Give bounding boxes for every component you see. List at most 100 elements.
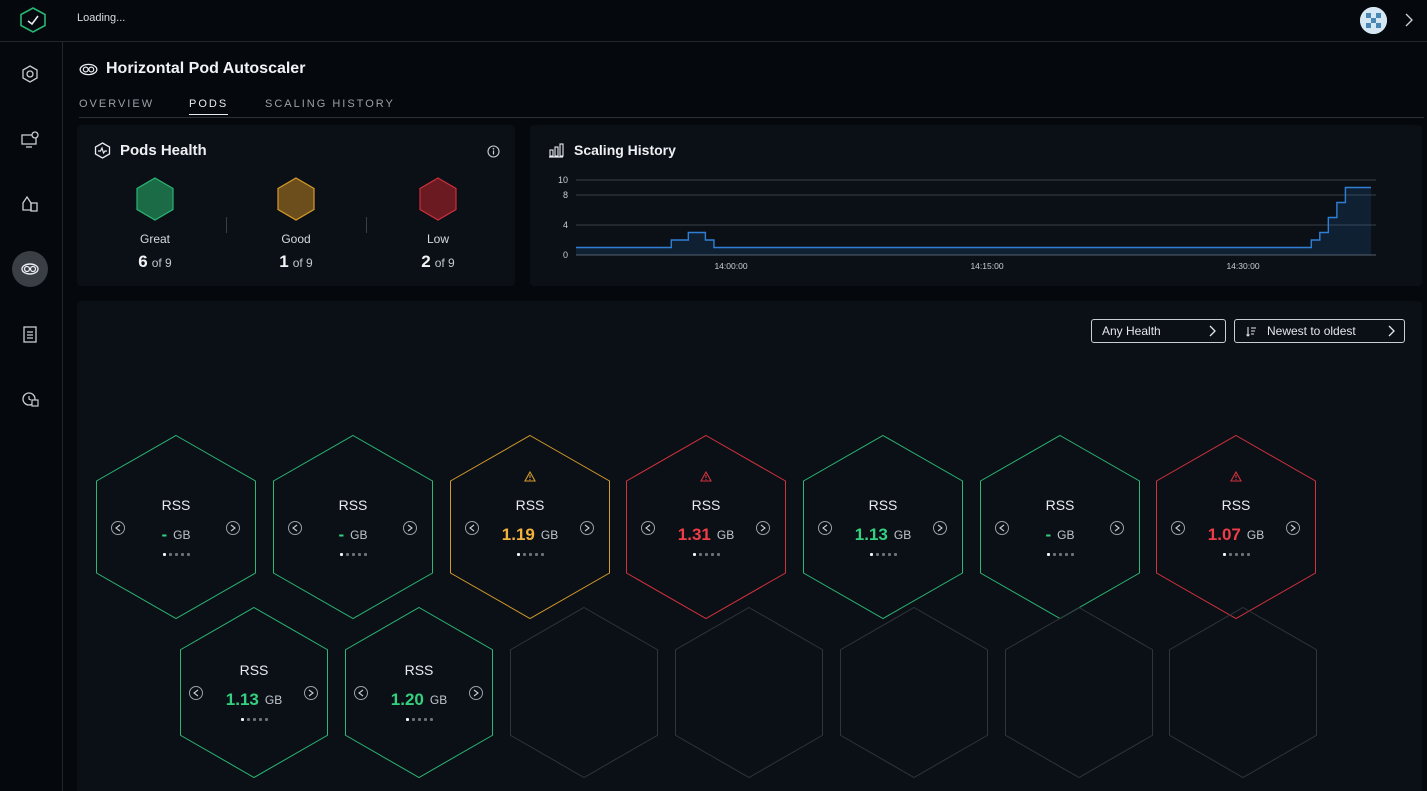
sort-button[interactable]: Newest to oldest [1234, 319, 1405, 343]
pod-hex[interactable]: RSS 1.13 GB [803, 434, 963, 620]
cluster-icon [22, 65, 38, 83]
y-tick-label: 4 [563, 220, 568, 230]
pod-hex[interactable]: RSS - GB [96, 434, 256, 620]
pod-hex[interactable]: RSS 1.07 GB [1156, 434, 1316, 620]
health-hex-icon [94, 142, 111, 159]
sidebar-item-cluster[interactable] [12, 56, 48, 92]
pod-hex[interactable]: RSS 1.20 GB [345, 606, 493, 779]
next-metric-button[interactable] [403, 521, 417, 535]
rocket-icon [22, 195, 38, 212]
page-indicator [803, 553, 963, 556]
hex-outline [510, 606, 658, 779]
empty-pod-slot [1169, 606, 1317, 779]
chevron-right-icon [1388, 325, 1395, 337]
avatar[interactable] [1360, 7, 1387, 34]
prev-metric-button[interactable] [189, 686, 203, 700]
pod-metric-unit: GB [1246, 528, 1265, 542]
page-indicator [96, 553, 256, 556]
health-label: Great [139, 232, 170, 246]
empty-pod-slot [675, 606, 823, 779]
pod-metric-unit: GB [429, 693, 448, 707]
pods-health-card: Pods Health Great 6 of 9 Good 1 of 9 Low 2… [77, 125, 515, 286]
empty-pod-slot [840, 606, 988, 779]
scaling-history-title: Scaling History [574, 142, 676, 158]
pod-metric-value: 1.13 [225, 690, 259, 709]
health-filter-button[interactable]: Any Health [1091, 319, 1226, 343]
sort-icon [1246, 326, 1256, 337]
pod-metric-value: 1.20 [390, 690, 424, 709]
sort-label: Newest to oldest [1267, 324, 1356, 338]
app-logo-icon[interactable] [19, 7, 47, 33]
prev-metric-button[interactable] [995, 521, 1009, 535]
pod-metric-value: 1.31 [677, 525, 711, 544]
x-tick-label: 14:15:00 [970, 261, 1003, 271]
next-metric-button[interactable] [1286, 521, 1300, 535]
next-metric-button[interactable] [469, 686, 483, 700]
prev-metric-button[interactable] [354, 686, 368, 700]
pod-metric-value: 1.13 [854, 525, 888, 544]
pod-hex[interactable]: RSS - GB [273, 434, 433, 620]
sidebar-item-autoscaler[interactable] [12, 251, 48, 287]
health-item-great: Great 6 of 9 [105, 177, 205, 272]
checklist-icon [23, 326, 37, 343]
next-metric-button[interactable] [580, 521, 594, 535]
tab-scaling-history[interactable]: SCALING HISTORY [265, 98, 395, 114]
hex-outline [840, 606, 988, 779]
pod-hex[interactable]: RSS 1.13 GB [180, 606, 328, 779]
low-hex-icon [419, 177, 457, 221]
info-icon[interactable] [487, 145, 500, 158]
health-label: Good [281, 232, 311, 246]
empty-pod-slot [1005, 606, 1153, 779]
next-metric-button[interactable] [1110, 521, 1124, 535]
prev-metric-button[interactable] [111, 521, 125, 535]
next-metric-button[interactable] [226, 521, 240, 535]
tab-pods[interactable]: PODS [189, 98, 229, 115]
warning-icon [700, 471, 712, 482]
loading-text: Loading... [77, 12, 126, 24]
pod-hex[interactable]: RSS 1.19 GB [450, 434, 610, 620]
page-header: Horizontal Pod Autoscaler [79, 58, 305, 80]
pod-hex[interactable]: RSS 1.31 GB [626, 434, 786, 620]
divider [226, 217, 227, 233]
health-count: 2 of 9 [421, 252, 455, 271]
pod-hex[interactable]: RSS - GB [980, 434, 1140, 620]
page-indicator [626, 553, 786, 556]
prev-metric-button[interactable] [288, 521, 302, 535]
sidebar-item-deployments[interactable] [12, 186, 48, 222]
prev-metric-button[interactable] [465, 521, 479, 535]
pod-metric-label: RSS [239, 662, 269, 678]
pod-metric-unit: GB [716, 528, 735, 542]
pod-metric-value: 1.19 [501, 525, 535, 544]
next-metric-button[interactable] [756, 521, 770, 535]
page-indicator [1156, 553, 1316, 556]
tab-bar: OVERVIEW PODS SCALING HISTORY [79, 96, 1424, 118]
sidebar-item-checklist[interactable] [12, 316, 48, 352]
chevron-right-icon [1209, 325, 1216, 337]
prev-metric-button[interactable] [1171, 521, 1185, 535]
pods-health-title: Pods Health [120, 142, 207, 159]
health-count: 6 of 9 [138, 252, 172, 271]
next-metric-button[interactable] [304, 686, 318, 700]
sidebar-item-history[interactable] [12, 380, 48, 416]
sidebar-item-monitor[interactable] [12, 122, 48, 158]
pod-metric-value: - [338, 525, 345, 544]
warning-icon [1230, 471, 1242, 482]
pod-metric-unit: GB [893, 528, 912, 542]
pod-metric-label: RSS [1045, 497, 1075, 513]
chevron-right-icon[interactable] [1402, 12, 1416, 28]
series-area [576, 187, 1371, 255]
y-tick-label: 8 [563, 190, 568, 200]
autoscaler-icon [79, 63, 98, 75]
next-metric-button[interactable] [933, 521, 947, 535]
tab-overview[interactable]: OVERVIEW [79, 98, 154, 114]
prev-metric-button[interactable] [818, 521, 832, 535]
scaling-history-card: Scaling History 0 4 8 10 14:00:00 14:15:00 14:… [530, 125, 1422, 286]
hex-outline [675, 606, 823, 779]
page-indicator [345, 718, 493, 721]
scaling-history-chart: 0 4 8 10 14:00:00 14:15:00 14:30:00 [558, 175, 1376, 271]
page-indicator [273, 553, 433, 556]
pod-metric-unit: GB [173, 528, 191, 542]
prev-metric-button[interactable] [641, 521, 655, 535]
health-count: 1 of 9 [279, 252, 313, 271]
top-bar: Loading... [0, 0, 1427, 42]
